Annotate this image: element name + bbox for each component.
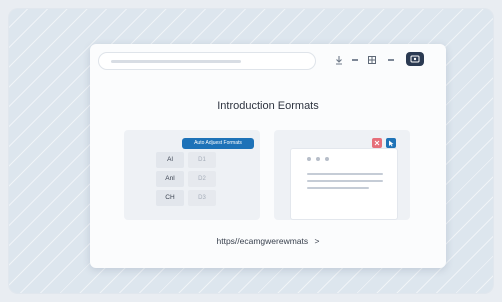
url-text: https//ecamgwerewmats	[216, 236, 309, 246]
address-placeholder-line	[111, 60, 241, 63]
cast-icon[interactable]	[406, 52, 424, 66]
auto-adjust-button[interactable]: Auto Adjuest Formats	[182, 138, 254, 149]
row-value: D1	[188, 152, 216, 168]
address-bar[interactable]	[98, 52, 316, 70]
table-row[interactable]: CH D3	[156, 190, 236, 206]
page-title: Introduction Eormats	[217, 100, 319, 112]
chevron-right-icon: >	[314, 236, 320, 246]
document-preview[interactable]	[290, 148, 398, 220]
cursor-icon[interactable]	[386, 138, 396, 148]
dash-icon[interactable]	[350, 54, 360, 66]
url-link[interactable]: https//ecamgwerewmats >	[90, 236, 446, 246]
toolbar	[90, 44, 446, 78]
row-label: Anl	[156, 171, 184, 187]
dot	[316, 157, 320, 161]
row-value: D3	[188, 190, 216, 206]
text-line	[307, 187, 369, 189]
table-row[interactable]: Anl D2	[156, 171, 236, 187]
row-label: Al	[156, 152, 184, 168]
text-line	[307, 173, 383, 175]
row-label: CH	[156, 190, 184, 206]
grid-icon[interactable]	[367, 54, 377, 66]
row-value: D2	[188, 171, 216, 187]
format-table: Al D1 Anl D2 CH D3	[156, 152, 236, 209]
preview-dots	[307, 157, 329, 161]
table-row[interactable]: Al D1	[156, 152, 236, 168]
dash-icon[interactable]	[386, 54, 396, 66]
dot	[325, 157, 329, 161]
dot	[307, 157, 311, 161]
browser-window: Introduction Eormats Auto Adjuest Format…	[90, 44, 446, 268]
close-icon[interactable]	[372, 138, 382, 148]
download-icon[interactable]	[334, 54, 344, 66]
text-line	[307, 180, 383, 182]
